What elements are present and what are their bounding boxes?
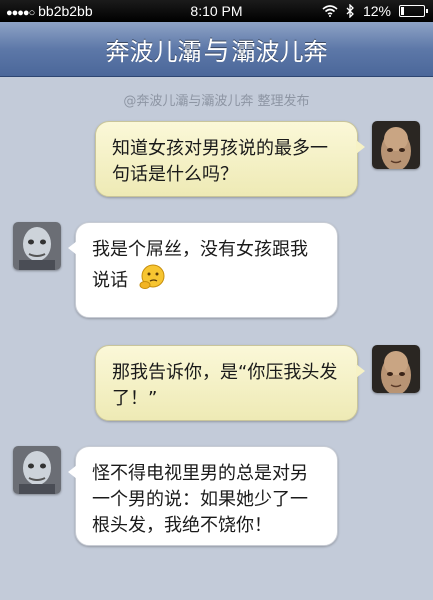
credit-line: @奔波儿灞与灞波儿奔 整理发布 (123, 94, 310, 109)
title-right-name: 灞波儿奔 (231, 37, 328, 66)
thinking-face-icon (138, 263, 166, 299)
message-bubble-left[interactable]: 怪不得电视里男的总是对另一个男的说：如果她少了一根头发，我绝不饶你！ (68, 446, 338, 546)
message-bubble-right[interactable]: 那我告诉你，是“你压我头发了！” (95, 345, 365, 421)
title-connector: 与 (203, 36, 230, 67)
message-text: 我是个屌丝，没有女孩跟我说话 (92, 239, 308, 291)
status-indicators: 12% (322, 3, 428, 19)
battery-level (401, 7, 404, 15)
message-text: 怪不得电视里男的总是对另一个男的说：如果她少了一根头发，我绝不饶你！ (92, 463, 308, 536)
battery-icon (399, 5, 428, 17)
avatar-right-user[interactable] (372, 345, 420, 393)
monster-avatar-icon (13, 446, 61, 494)
message-text: 那我告诉你，是“你压我头发了！” (112, 362, 338, 409)
title-left-name: 奔波儿灞 (105, 37, 202, 66)
wifi-icon (322, 5, 338, 17)
status-bar: ●●●●○ bb2b2bb 8:10 PM 12% (0, 0, 433, 22)
avatar-left-user[interactable] (13, 222, 61, 270)
message-bubble-left[interactable]: 我是个屌丝，没有女孩跟我说话 (68, 222, 338, 318)
avatar-right-user[interactable] (372, 121, 420, 169)
avatar-left-user[interactable] (13, 446, 61, 494)
bald-head-avatar-icon (372, 121, 420, 169)
bald-head-avatar-icon (372, 345, 420, 393)
message-bubble-right[interactable]: 知道女孩对男孩说的最多一句话是什么吗？ (95, 121, 365, 197)
monster-avatar-icon (13, 222, 61, 270)
bluetooth-icon (346, 4, 354, 18)
battery-percent: 12% (362, 3, 391, 19)
message-text: 知道女孩对男孩说的最多一句话是什么吗？ (112, 138, 328, 185)
chat-title-bar: 奔波儿灞 与 灞波儿奔 (0, 22, 433, 77)
